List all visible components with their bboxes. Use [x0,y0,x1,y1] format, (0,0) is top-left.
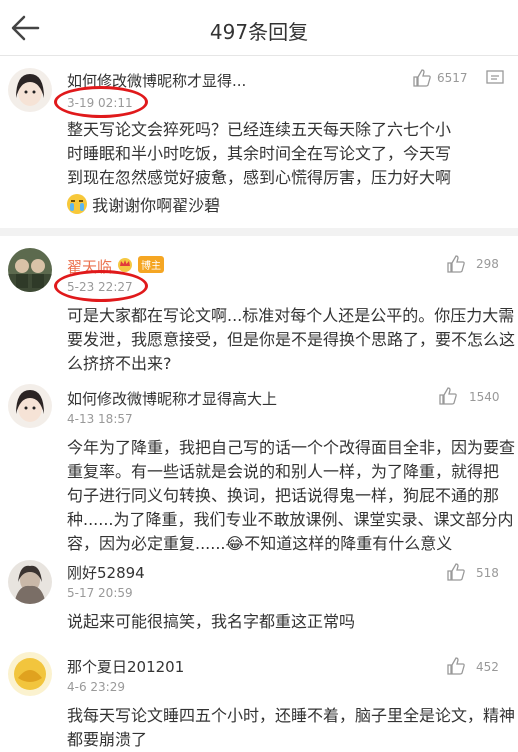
thumbs-up-icon[interactable] [446,254,466,274]
comment-item: 如何修改微博昵称才显得高大上 4-13 18:57 1540 今年为了降重，我把… [0,376,518,553]
comment-item: 刚好52894 5-17 20:59 518 说起来可能很搞笑，我名字都重这正常… [0,550,518,642]
like-count: 6517 [437,71,468,85]
highlight-circle [54,86,148,118]
avatar[interactable] [8,248,52,292]
comment-text: 说起来可能很搞笑，我名字都重这正常吗 [67,612,356,631]
comment-time: 4-13 18:57 [67,412,133,426]
avatar[interactable] [8,68,52,112]
comment-item: 那个夏日201201 4-6 23:29 452 我每天写论文睡四五个小时，还睡… [0,642,518,752]
comment-text: 可是大家都在写论文啊...标准对每个人还是公平的。你压力大需 要发泄，我愿意接受… [67,306,516,373]
comment-text: 我每天写论文睡四五个小时，还睡不着，脑子里全是论文，精神 都要崩溃了 [67,706,516,749]
crying-emoji-icon [67,194,87,214]
comment-text: 今年为了降重，我把自己写的话一个个改得面目全非，因为要查 重复率。有一些话就是会… [67,438,516,553]
thumbs-up-icon[interactable] [446,562,466,582]
comment-item: 如何修改微博昵称才显得... 3-19 02:11 6517 整天写论文会猝死吗… [0,56,518,228]
like-count: 452 [476,660,499,674]
comment-time: 5-17 20:59 [67,586,133,600]
avatar[interactable] [8,384,52,428]
comment-text: 整天写论文会猝死吗？已经连续五天每天除了六七个小 时睡眠和半小时吃饭，其余时间全… [67,120,452,215]
commenter-name[interactable]: 刚好52894 [67,562,145,583]
highlight-circle [54,270,148,302]
blogger-badge: 博主 [138,256,164,273]
like-count: 1540 [469,390,500,404]
like-count: 298 [476,257,499,271]
thumbs-up-icon[interactable] [446,656,466,676]
crown-badge-icon [118,258,132,272]
commenter-name[interactable]: 如何修改微博昵称才显得高大上 [67,388,277,409]
commenter-name[interactable]: 那个夏日201201 [67,656,184,677]
page-title: 497条回复 [209,20,309,44]
top-bar: 497条回复 [0,0,518,56]
comment-item: 翟天临 博主 5-23 22:27 298 可是大家都在写论文啊...标准对每个… [0,236,518,376]
like-count: 518 [476,566,499,580]
comment-icon[interactable] [486,70,504,86]
avatar[interactable] [8,652,52,696]
avatar[interactable] [8,560,52,604]
section-divider [0,228,518,236]
comment-time: 4-6 23:29 [67,680,125,694]
thumbs-up-icon[interactable] [412,68,432,88]
thumbs-up-icon[interactable] [438,386,458,406]
